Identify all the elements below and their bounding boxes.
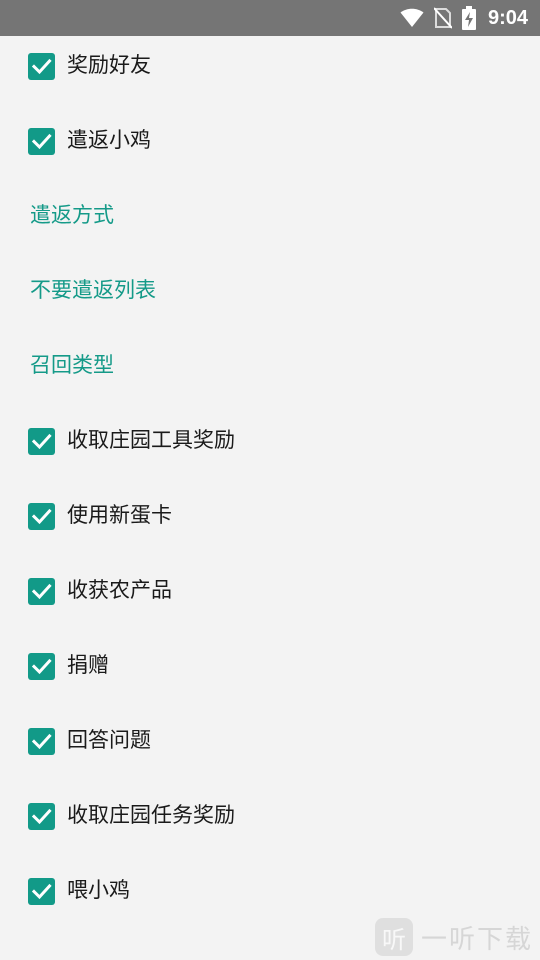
setting-label: 收获农产品 — [67, 578, 172, 602]
checkbox-checked-icon[interactable] — [28, 652, 55, 680]
setting-label: 奖励好友 — [67, 53, 151, 77]
battery-charging-icon — [461, 6, 476, 30]
setting-category-item[interactable]: 不要遣返列表 — [0, 253, 540, 328]
setting-category-item[interactable]: 遣返方式 — [0, 178, 540, 253]
setting-category-item[interactable]: 召回类型 — [0, 328, 540, 403]
setting-checkbox-row[interactable]: 使用新蛋卡 — [0, 478, 540, 553]
category-label: 召回类型 — [30, 353, 114, 377]
checkbox-checked-icon[interactable] — [28, 502, 55, 530]
setting-checkbox-row[interactable]: 捐赠 — [0, 628, 540, 703]
checkbox-checked-icon[interactable] — [28, 52, 55, 80]
settings-list: 开启庄园奖励好友遣返小鸡遣返方式不要遣返列表召回类型收取庄园工具奖励使用新蛋卡收… — [0, 0, 540, 928]
setting-label: 收取庄园工具奖励 — [67, 428, 235, 452]
checkbox-checked-icon[interactable] — [28, 877, 55, 905]
setting-label: 捐赠 — [67, 653, 109, 677]
setting-checkbox-row[interactable]: 收取庄园任务奖励 — [0, 778, 540, 853]
wifi-icon — [400, 8, 424, 28]
setting-checkbox-row[interactable]: 回答问题 — [0, 703, 540, 778]
setting-label: 遣返小鸡 — [67, 128, 151, 152]
setting-checkbox-row[interactable]: 收取庄园工具奖励 — [0, 403, 540, 478]
setting-checkbox-row[interactable]: 遣返小鸡 — [0, 103, 540, 178]
checkbox-checked-icon[interactable] — [28, 127, 55, 155]
checkbox-checked-icon[interactable] — [28, 802, 55, 830]
setting-label: 喂小鸡 — [67, 878, 130, 902]
status-icons: 9:04 — [400, 0, 528, 36]
no-sim-icon — [433, 7, 452, 29]
status-bar: 9:04 — [0, 0, 540, 36]
setting-label: 回答问题 — [67, 728, 151, 752]
category-label: 不要遣返列表 — [30, 278, 156, 302]
setting-label: 收取庄园任务奖励 — [67, 803, 235, 827]
watermark-logo: 听 — [375, 918, 413, 956]
checkbox-checked-icon[interactable] — [28, 577, 55, 605]
watermark-text: 一听下载 — [421, 924, 534, 955]
category-label: 遣返方式 — [30, 203, 114, 227]
watermark: 听 一听下载 — [375, 914, 540, 960]
status-time: 9:04 — [487, 6, 528, 29]
checkbox-checked-icon[interactable] — [28, 427, 55, 455]
setting-checkbox-row[interactable]: 奖励好友 — [0, 28, 540, 103]
setting-checkbox-row[interactable]: 收获农产品 — [0, 553, 540, 628]
checkbox-checked-icon[interactable] — [28, 727, 55, 755]
setting-label: 使用新蛋卡 — [67, 503, 172, 527]
